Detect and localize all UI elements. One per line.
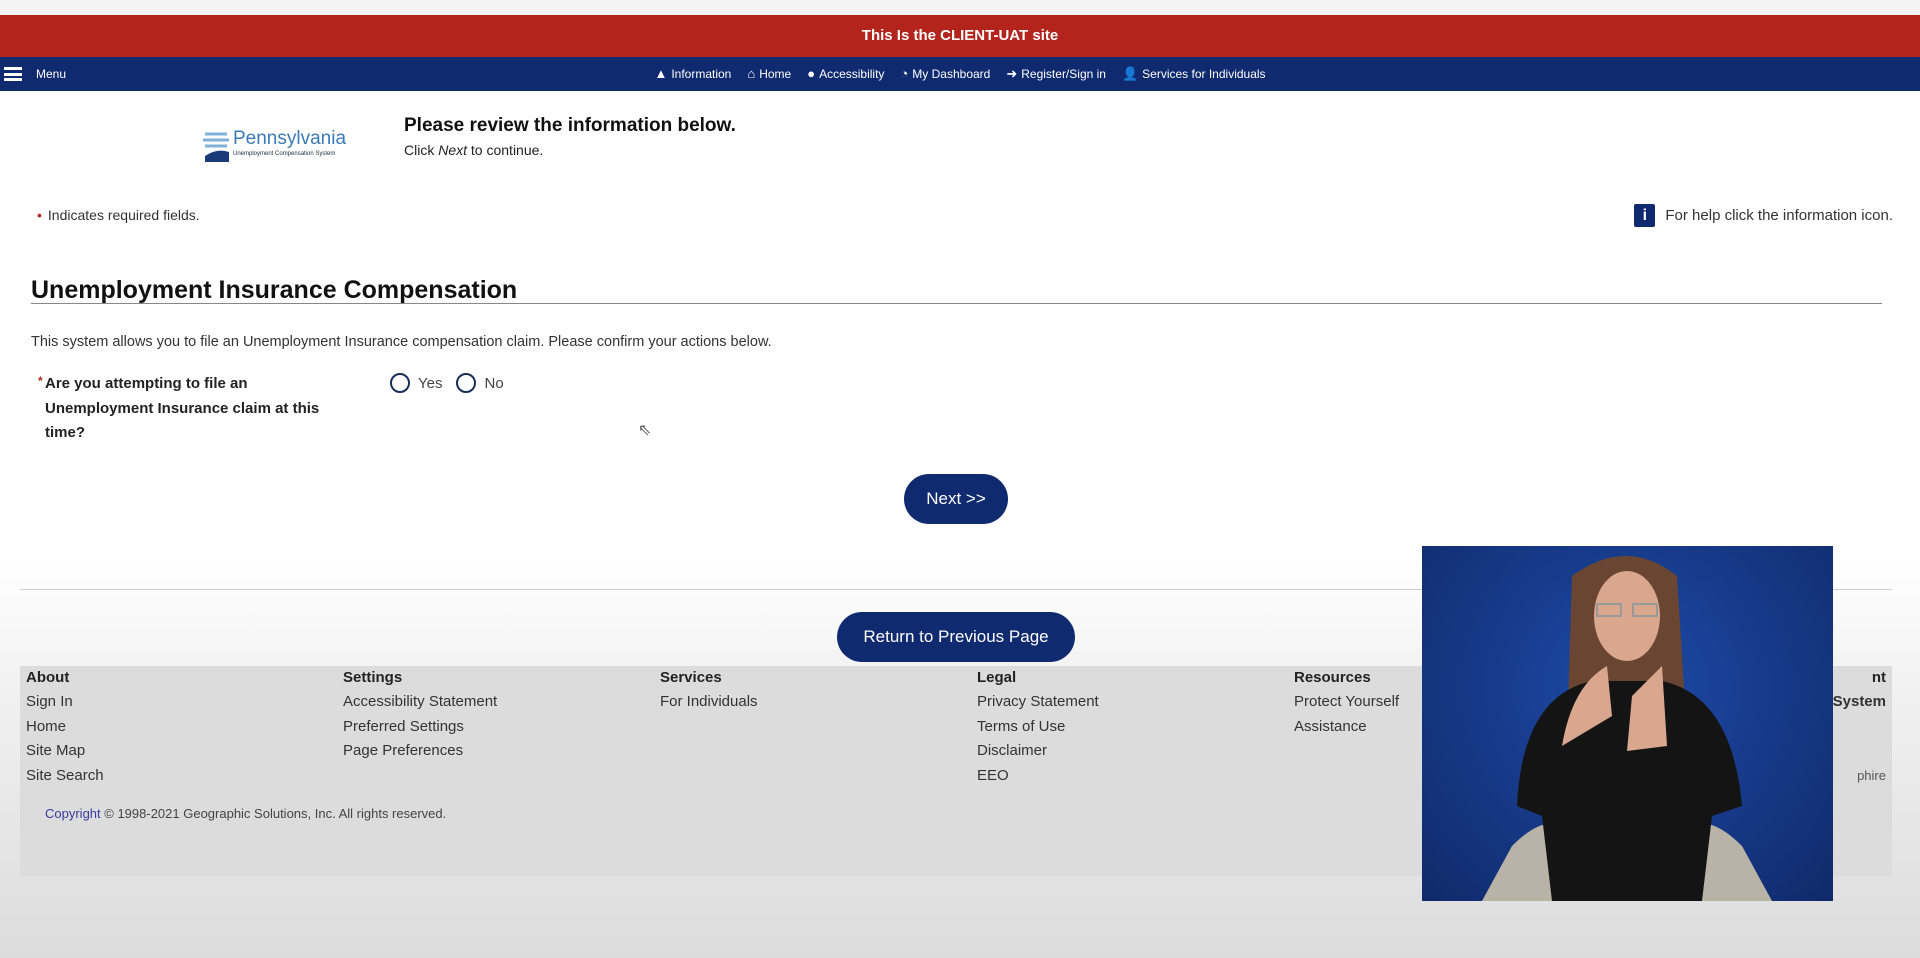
required-note-text: Indicates required fields. — [47, 207, 200, 223]
subtitle-emphasis: Next — [438, 142, 468, 158]
footer-link[interactable]: System — [1833, 690, 1886, 715]
nav-items: ▲ Information ⌂ Home ● Accessibility ◔ My Da… — [0, 57, 1920, 91]
logo-subtext: Unemployment Compensation System — [233, 151, 336, 157]
required-asterisk-icon: * — [38, 374, 43, 388]
logo-mark-icon — [203, 132, 229, 162]
footer-heading: Legal — [977, 669, 1017, 686]
required-bullet-icon: • — [37, 207, 42, 223]
menu-button[interactable]: Menu — [4, 57, 66, 91]
footer-link[interactable]: Preferred Settings — [343, 715, 497, 740]
nav-label: Accessibility — [819, 67, 885, 81]
copyright: Copyright © 1998-2021 Geographic Solutio… — [45, 806, 446, 821]
nav-services-individuals[interactable]: 👤 Services for Individuals — [1122, 57, 1266, 91]
footer-col-services: Services For Individuals — [660, 666, 758, 715]
section-description: This system allows you to file an Unempl… — [31, 334, 772, 350]
footer-text: phire — [1857, 767, 1886, 783]
footer-link[interactable]: Sign In — [26, 690, 104, 715]
hamburger-icon — [4, 67, 22, 81]
footer-col-partial: nt System phire — [1833, 666, 1886, 788]
footer-heading: Settings — [343, 669, 403, 686]
information-icon[interactable]: i — [1634, 204, 1656, 227]
nav-label: Home — [759, 67, 792, 81]
page-subtitle: Click Next to continue. — [404, 142, 543, 158]
nav-label: My Dashboard — [912, 67, 991, 81]
next-button[interactable]: Next >> — [904, 474, 1008, 524]
footer-link[interactable]: Home — [26, 715, 104, 740]
logo-text: Pennsylvania — [233, 128, 347, 149]
pennsylvania-logo: Pennsylvania Unemployment Compensation S… — [203, 128, 375, 164]
footer-link[interactable]: Site Map — [26, 739, 104, 764]
nav-home[interactable]: ⌂ Home — [747, 57, 791, 91]
subtitle-text: Click — [404, 142, 439, 158]
footer-link[interactable]: Protect Yourself — [1294, 690, 1399, 715]
sign-language-video — [1422, 546, 1833, 901]
footer-heading: Services — [660, 669, 722, 686]
top-nav: ▲ Information ⌂ Home ● Accessibility ◔ My Da… — [0, 57, 1920, 91]
footer-link[interactable]: Disclaimer — [977, 739, 1099, 764]
top-strip — [0, 0, 1920, 15]
radio-yes[interactable] — [390, 373, 410, 393]
footer-heading: nt — [1871, 669, 1886, 686]
required-note: • Indicates required fields. — [37, 207, 200, 223]
footer-link[interactable]: Site Search — [26, 764, 104, 789]
user-icon: 👤 — [1121, 66, 1139, 81]
copyright-text: © 1998-2021 Geographic Solutions, Inc. A… — [100, 806, 447, 821]
footer-heading: About — [26, 669, 70, 686]
nav-accessibility[interactable]: ● Accessibility — [807, 57, 884, 91]
footer-col-settings: Settings Accessibility Statement Preferr… — [343, 666, 497, 764]
accessibility-icon: ● — [807, 66, 816, 81]
nav-dashboard[interactable]: ◔ My Dashboard — [900, 57, 990, 91]
footer-link[interactable]: Terms of Use — [977, 715, 1099, 740]
nav-information[interactable]: ▲ Information — [654, 57, 731, 91]
question-label: Are you attempting to file an Unemployme… — [45, 375, 320, 441]
copyright-link[interactable]: Copyright — [45, 806, 101, 821]
footer-link[interactable]: For Individuals — [660, 690, 758, 715]
menu-label: Menu — [36, 67, 67, 81]
home-icon: ⌂ — [747, 66, 756, 81]
section-title: Unemployment Insurance Compensation — [31, 276, 518, 304]
claim-question: * Are you attempting to file an Unemploym… — [38, 372, 345, 446]
footer-col-legal: Legal Privacy Statement Terms of Use Dis… — [977, 666, 1099, 788]
return-previous-button[interactable]: Return to Previous Page — [837, 612, 1075, 662]
nav-label: Services for Individuals — [1142, 67, 1266, 81]
warning-icon: ▲ — [654, 66, 668, 81]
sign-in-icon: ➜ — [1006, 66, 1018, 81]
footer-link[interactable]: Assistance — [1294, 715, 1399, 740]
interpreter-image — [1482, 556, 1772, 901]
subtitle-text: to continue. — [467, 142, 544, 158]
dashboard-icon: ◔ — [900, 66, 909, 81]
footer-link[interactable]: Page Preferences — [343, 739, 497, 764]
help-hint: i For help click the information icon. — [1634, 204, 1893, 227]
help-text: For help click the information icon. — [1665, 207, 1893, 224]
nav-label: Register/Sign in — [1021, 67, 1106, 81]
radio-no-label[interactable]: No — [484, 375, 503, 392]
footer-heading: Resources — [1294, 669, 1371, 686]
radio-no[interactable] — [456, 373, 477, 393]
radio-yes-label[interactable]: Yes — [418, 375, 442, 392]
claim-radio-group: Yes No — [390, 373, 504, 393]
section-divider — [31, 303, 1882, 304]
environment-banner: This Is the CLIENT-UAT site — [0, 15, 1920, 57]
footer-col-about: About Sign In Home Site Map Site Search — [26, 666, 104, 788]
footer-col-resources: Resources Protect Yourself Assistance — [1294, 666, 1399, 739]
nav-label: Information — [671, 67, 732, 81]
footer-link[interactable]: Accessibility Statement — [343, 690, 497, 715]
nav-register-sign-in[interactable]: ➜ Register/Sign in — [1006, 57, 1106, 91]
mouse-cursor-icon: ⇖ — [638, 422, 652, 439]
page-title: Please review the information below. — [404, 115, 736, 136]
footer-link[interactable]: Privacy Statement — [977, 690, 1099, 715]
footer-link[interactable]: EEO — [977, 764, 1099, 789]
